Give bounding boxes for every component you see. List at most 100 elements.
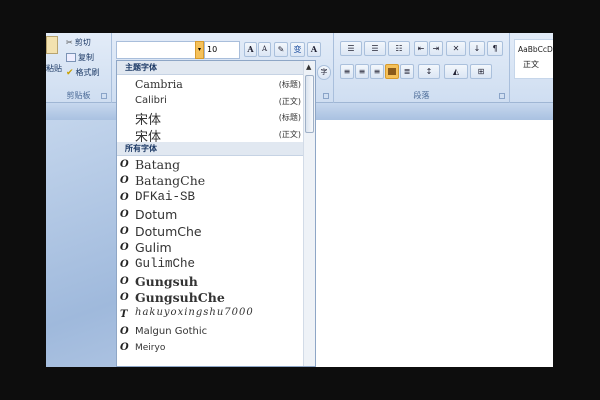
opentype-font-icon: O bbox=[120, 342, 129, 354]
document-page[interactable] bbox=[316, 120, 553, 367]
show-marks-button[interactable]: ¶ bbox=[487, 41, 503, 56]
font-name: Cambria bbox=[135, 78, 183, 91]
font-item[interactable]: Thakuyoxingshu7000 bbox=[117, 306, 303, 323]
clipboard-launcher[interactable] bbox=[101, 93, 107, 99]
font-name-input[interactable] bbox=[116, 41, 196, 59]
align-center-button[interactable]: ≡ bbox=[355, 64, 369, 79]
font-item-songti-body[interactable]: 宋体 (正文) bbox=[117, 125, 303, 142]
align-left-icon: ≡ bbox=[343, 67, 351, 76]
character-border-button[interactable]: A bbox=[307, 42, 321, 57]
justify-icon bbox=[388, 68, 396, 75]
dropdown-scrollbar[interactable]: ▲ bbox=[303, 61, 315, 366]
cut-button[interactable]: ✂ 剪切 bbox=[66, 37, 91, 48]
copy-button[interactable]: 复制 bbox=[66, 52, 94, 63]
font-name: Gulim bbox=[135, 240, 172, 256]
sort-button[interactable]: ↓ bbox=[469, 41, 485, 56]
font-tag: (标题) bbox=[278, 80, 301, 89]
font-name: hakuyoxingshu7000 bbox=[135, 306, 254, 318]
font-name: 宋体 bbox=[135, 113, 162, 126]
truetype-font-icon: T bbox=[120, 308, 128, 320]
font-dropdown-list[interactable]: 主题字体 Cambria (标题) Calibri (正文) 宋体 (标题) 宋体 (正… bbox=[116, 60, 316, 367]
opentype-font-icon: O bbox=[120, 242, 129, 254]
format-painter-button[interactable]: ✔ 格式刷 bbox=[66, 67, 100, 78]
cut-label: 剪切 bbox=[74, 38, 91, 47]
style-preview: AaBbCcD bbox=[518, 45, 553, 54]
multilevel-list-button[interactable]: ☷ bbox=[388, 41, 410, 56]
shrink-font-button[interactable]: A bbox=[258, 42, 271, 57]
paragraph-launcher[interactable] bbox=[499, 93, 505, 99]
scrollbar-thumb[interactable] bbox=[305, 75, 314, 133]
format-painter-label: 格式刷 bbox=[75, 68, 100, 77]
style-name: 正文 bbox=[523, 60, 539, 69]
font-item[interactable]: O Batang bbox=[117, 156, 303, 173]
copy-icon bbox=[66, 53, 76, 62]
font-tag: (标题) bbox=[278, 113, 301, 123]
opentype-font-icon: O bbox=[120, 258, 129, 270]
increase-indent-button[interactable]: ⇥ bbox=[429, 41, 443, 56]
font-item[interactable]: O DFKai-SB bbox=[117, 189, 303, 206]
decrease-indent-icon: ⇤ bbox=[417, 44, 425, 53]
paragraph-group: ☰ ☰ ☷ ⇤ ⇥ ✕ ↓ ¶ ≡ ≡ ≡ ≣ ↕ ◭ ⊞ 段落 bbox=[334, 33, 510, 103]
paragraph-group-label: 段落 bbox=[413, 91, 430, 100]
decrease-indent-button[interactable]: ⇤ bbox=[414, 41, 428, 56]
chinese-layout-button[interactable]: ✕ bbox=[446, 41, 466, 56]
opentype-font-icon: O bbox=[120, 158, 129, 170]
distributed-button[interactable]: ≣ bbox=[400, 64, 414, 79]
font-item-cambria[interactable]: Cambria (标题) bbox=[117, 75, 303, 92]
opentype-font-icon: O bbox=[120, 192, 129, 204]
style-normal[interactable]: AaBbCcD 正文 bbox=[514, 39, 553, 79]
shading-button[interactable]: ◭ bbox=[444, 64, 468, 79]
word-window: 粘贴 ✂ 剪切 复制 ✔ 格式刷 剪贴板 ▾ 10 A A ✎ 变 A 字 ☰ ☰ … bbox=[46, 33, 553, 367]
font-item-songti-heading[interactable]: 宋体 (标题) bbox=[117, 108, 303, 125]
font-tag: (正文) bbox=[278, 96, 301, 106]
font-name: DotumChe bbox=[135, 223, 202, 239]
font-item[interactable]: O BatangChe bbox=[117, 172, 303, 189]
borders-button[interactable]: ⊞ bbox=[470, 64, 492, 79]
opentype-font-icon: O bbox=[120, 225, 129, 237]
all-fonts-header: 所有字体 bbox=[117, 141, 303, 156]
justify-button[interactable] bbox=[385, 64, 399, 79]
line-spacing-icon: ↕ bbox=[425, 67, 433, 76]
opentype-font-icon: O bbox=[120, 208, 129, 220]
font-size-input[interactable]: 10 bbox=[204, 41, 240, 59]
paint-bucket-icon: ◭ bbox=[452, 67, 460, 76]
paste-icon bbox=[46, 36, 58, 54]
line-spacing-button[interactable]: ↕ bbox=[418, 64, 440, 79]
copy-label: 复制 bbox=[78, 53, 94, 62]
bullets-button[interactable]: ☰ bbox=[340, 41, 362, 56]
font-item[interactable]: O GungsuhChe bbox=[117, 289, 303, 306]
enclose-characters-button[interactable]: 字 bbox=[317, 65, 331, 80]
numbering-button[interactable]: ☰ bbox=[364, 41, 386, 56]
font-tag: (正文) bbox=[278, 130, 301, 140]
numbering-icon: ☰ bbox=[371, 44, 379, 53]
font-item[interactable]: O Gungsuh bbox=[117, 273, 303, 290]
font-item[interactable]: O Meiryo bbox=[117, 339, 303, 356]
font-item[interactable]: O Malgun Gothic bbox=[117, 323, 303, 340]
font-item[interactable]: O GulimChe bbox=[117, 256, 303, 273]
scissors-icon: ✂ bbox=[66, 38, 73, 47]
opentype-font-icon: O bbox=[120, 325, 129, 337]
font-name: Meiryo bbox=[135, 343, 166, 354]
phonetic-guide-button[interactable]: 变 bbox=[290, 42, 305, 57]
font-item-calibri[interactable]: Calibri (正文) bbox=[117, 92, 303, 109]
font-launcher[interactable] bbox=[323, 93, 329, 99]
sort-icon: ↓ bbox=[473, 44, 481, 53]
grow-font-button[interactable]: A bbox=[244, 42, 257, 57]
font-name: GulimChe bbox=[135, 256, 196, 271]
scroll-up-arrow-icon[interactable]: ▲ bbox=[306, 63, 311, 71]
align-center-icon: ≡ bbox=[358, 67, 366, 76]
font-name: Gungsuh bbox=[135, 273, 198, 289]
align-right-button[interactable]: ≡ bbox=[370, 64, 384, 79]
clear-format-button[interactable]: ✎ bbox=[274, 42, 288, 57]
font-item[interactable]: O Gulim bbox=[117, 239, 303, 256]
paste-button[interactable]: 粘贴 bbox=[46, 63, 62, 74]
font-name: 宋体 bbox=[135, 130, 162, 142]
theme-fonts-header: 主题字体 bbox=[117, 61, 303, 75]
font-name-dropdown-button[interactable]: ▾ bbox=[195, 41, 204, 59]
opentype-font-icon: O bbox=[120, 275, 129, 287]
font-item[interactable]: O DotumChe bbox=[117, 223, 303, 240]
font-item[interactable]: O Dotum bbox=[117, 206, 303, 223]
font-name: BatangChe bbox=[135, 173, 206, 189]
align-left-button[interactable]: ≡ bbox=[340, 64, 354, 79]
font-name: Malgun Gothic bbox=[135, 325, 208, 337]
